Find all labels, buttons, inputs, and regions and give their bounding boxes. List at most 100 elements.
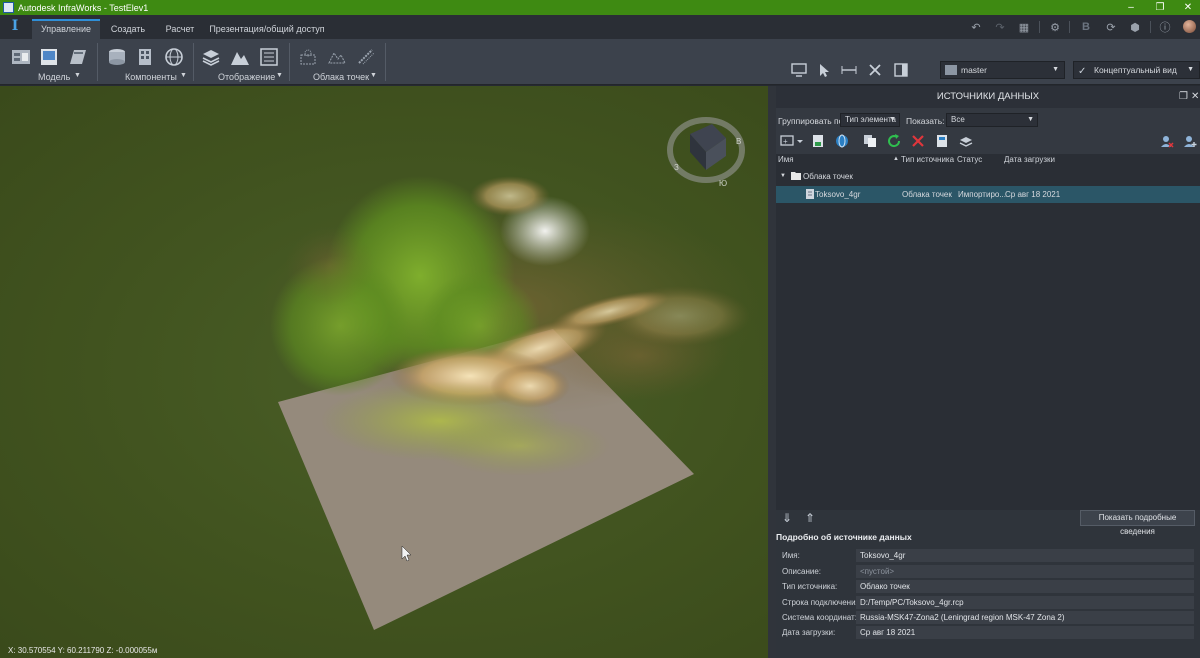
details-section: ⇓ ⇑ Показать подробные сведения Подробно…	[776, 510, 1200, 658]
data-sources-list: Имя ▲ Тип источника Статус Дата загрузки…	[776, 154, 1200, 564]
minimize-button[interactable]: –	[1117, 0, 1145, 15]
close-panel-icon[interactable]: ✕	[1191, 86, 1199, 108]
configure-source-icon[interactable]	[933, 133, 951, 149]
tools-icon[interactable]	[866, 61, 884, 79]
tab-create[interactable]: Создать	[103, 19, 153, 39]
show-details-button[interactable]: Показать подробные сведения	[1080, 510, 1195, 536]
detail-value-field[interactable]: Russia-MSK47-Zona2 (Leningrad region MSK…	[856, 611, 1194, 624]
cube-icon[interactable]: ⬢	[1127, 20, 1143, 34]
restore-panel-icon[interactable]: ❐	[1179, 86, 1188, 108]
list-header: Имя ▲ Тип источника Статус Дата загрузки	[776, 154, 1200, 166]
user-add-icon[interactable]	[1181, 133, 1199, 149]
ribbon-group-components: Компоненты ▼	[100, 41, 192, 83]
visual-style-dropdown[interactable]: ✓ Концептуальный вид ▼	[1073, 61, 1200, 79]
data-sources-panel: ИСТОЧНИКИ ДАННЫХ ❐ ✕ Группировать по: Ти…	[776, 86, 1200, 658]
detail-row-name: Имя: Toksovo_4gr	[778, 549, 1194, 562]
infraworks-logo[interactable]: I	[6, 18, 24, 36]
terrain-icon[interactable]	[228, 46, 252, 68]
chevron-down-icon[interactable]: ▼	[370, 72, 377, 79]
detail-value-field[interactable]: <пустой>	[856, 565, 1194, 578]
panel-splitter[interactable]	[768, 86, 776, 658]
point-cloud-terrain-icon[interactable]	[325, 46, 349, 68]
user-remove-icon[interactable]	[1158, 133, 1176, 149]
column-status[interactable]: Статус	[957, 155, 982, 164]
group-label-model: Модель	[38, 72, 71, 82]
settings-gear-icon[interactable]: ⚙	[1047, 20, 1063, 34]
row-type: Облака точек	[902, 190, 952, 199]
column-name[interactable]: Имя	[778, 155, 794, 164]
svg-text:+: +	[783, 137, 788, 146]
table-icon[interactable]	[257, 46, 281, 68]
detail-key: Строка подключения:	[782, 598, 863, 607]
select-cursor-icon[interactable]	[815, 61, 833, 79]
display-settings-icon[interactable]	[790, 61, 808, 79]
chevron-down-icon: ▼	[1027, 116, 1034, 123]
group-by-dropdown[interactable]: Тип элемента ▼	[840, 113, 900, 127]
restore-button[interactable]: ❐	[1146, 0, 1174, 15]
detail-row-coordinate-system: Система координат: Russia-MSK47-Zona2 (L…	[778, 611, 1194, 624]
detail-value-field[interactable]: Toksovo_4gr	[856, 549, 1194, 562]
buildings-icon[interactable]	[133, 46, 157, 68]
delete-icon[interactable]	[909, 133, 927, 149]
detail-row-source-type: Тип источника: Облако точек	[778, 580, 1194, 593]
chevron-down-icon: ▼	[889, 116, 896, 123]
refresh-icon[interactable]	[885, 133, 903, 149]
model-properties-icon[interactable]	[9, 46, 33, 68]
collapse-up-icon[interactable]: ⇑	[805, 511, 815, 525]
detail-value-field[interactable]: Облако точек	[856, 580, 1194, 593]
point-cloud-modeling-icon[interactable]	[296, 46, 320, 68]
layers-source-icon[interactable]	[957, 133, 975, 149]
measure-icon[interactable]	[840, 61, 858, 79]
panel-title: ИСТОЧНИКИ ДАННЫХ	[936, 91, 1040, 102]
tab-analyze[interactable]: Расчет	[156, 19, 204, 39]
copy-source-icon[interactable]	[861, 133, 879, 149]
model-open-icon[interactable]	[66, 46, 90, 68]
folder-icon	[791, 171, 801, 182]
tab-manage[interactable]: Управление	[32, 19, 100, 39]
web-source-icon[interactable]	[833, 133, 851, 149]
tab-bar: I Управление Создать Расчет Презентация/…	[0, 15, 1200, 39]
detail-key: Тип источника:	[782, 582, 838, 591]
globe-icon[interactable]	[162, 46, 186, 68]
collapse-down-icon[interactable]: ⇓	[782, 511, 792, 525]
redo-icon[interactable]: ↷	[992, 20, 1008, 34]
undo-icon[interactable]: ↶	[968, 20, 984, 34]
title-bar: Autodesk InfraWorks - TestElev1 – ❐ ✕	[0, 0, 1200, 15]
column-type[interactable]: Тип источника	[901, 155, 954, 164]
bim360-icon[interactable]: B	[1078, 20, 1094, 34]
detail-key: Имя:	[782, 551, 800, 560]
view-cube[interactable]: З В Ю	[667, 117, 745, 188]
point-cloud-clip-icon[interactable]	[354, 46, 378, 68]
panel-toggle-icon[interactable]	[892, 61, 910, 79]
avatar[interactable]	[1183, 20, 1196, 33]
add-source-icon[interactable]: +	[779, 133, 805, 149]
expand-icon[interactable]: ▼	[780, 173, 786, 179]
group-label-display: Отображение	[218, 72, 276, 82]
3d-viewport[interactable]: З В Ю X: 30.570554 Y: 60.211790 Z: -0.00…	[0, 86, 768, 658]
folder-row[interactable]: ▼ Облака точек	[776, 168, 1200, 185]
column-date[interactable]: Дата загрузки	[1004, 155, 1055, 164]
table-row[interactable]: Toksovo_4gr Облака точек Импортиро... Ср…	[776, 186, 1200, 203]
chevron-down-icon[interactable]: ▼	[74, 72, 81, 79]
compass-west: З	[674, 163, 679, 172]
branch-dropdown[interactable]: master ▼	[940, 61, 1065, 79]
group-label-components: Компоненты	[125, 72, 177, 82]
tab-present-share[interactable]: Презентация/общий доступ	[208, 19, 326, 39]
help-icon[interactable]: ⓘ	[1157, 20, 1173, 34]
detail-key: Дата загрузки:	[782, 628, 836, 637]
data-sources-icon[interactable]	[105, 46, 129, 68]
detail-value-field[interactable]: D:/Temp/PC/Toksovo_4gr.rcp	[856, 596, 1194, 609]
visual-style-icon: ✓	[1078, 66, 1087, 77]
layers-icon[interactable]	[199, 46, 223, 68]
chevron-down-icon[interactable]: ▼	[180, 72, 187, 79]
model-explorer-icon[interactable]: ▦	[1016, 20, 1032, 34]
proposal-icon[interactable]	[37, 46, 61, 68]
sort-up-icon: ▲	[893, 156, 899, 162]
detail-value-field[interactable]: Ср авг 18 2021	[856, 626, 1194, 639]
chevron-down-icon[interactable]: ▼	[276, 72, 283, 79]
row-date: Ср авг 18 2021	[1005, 190, 1061, 199]
database-icon[interactable]	[809, 133, 827, 149]
sync-icon[interactable]: ⟳	[1103, 20, 1119, 34]
show-dropdown[interactable]: Все ▼	[946, 113, 1038, 127]
close-button[interactable]: ✕	[1174, 0, 1200, 15]
